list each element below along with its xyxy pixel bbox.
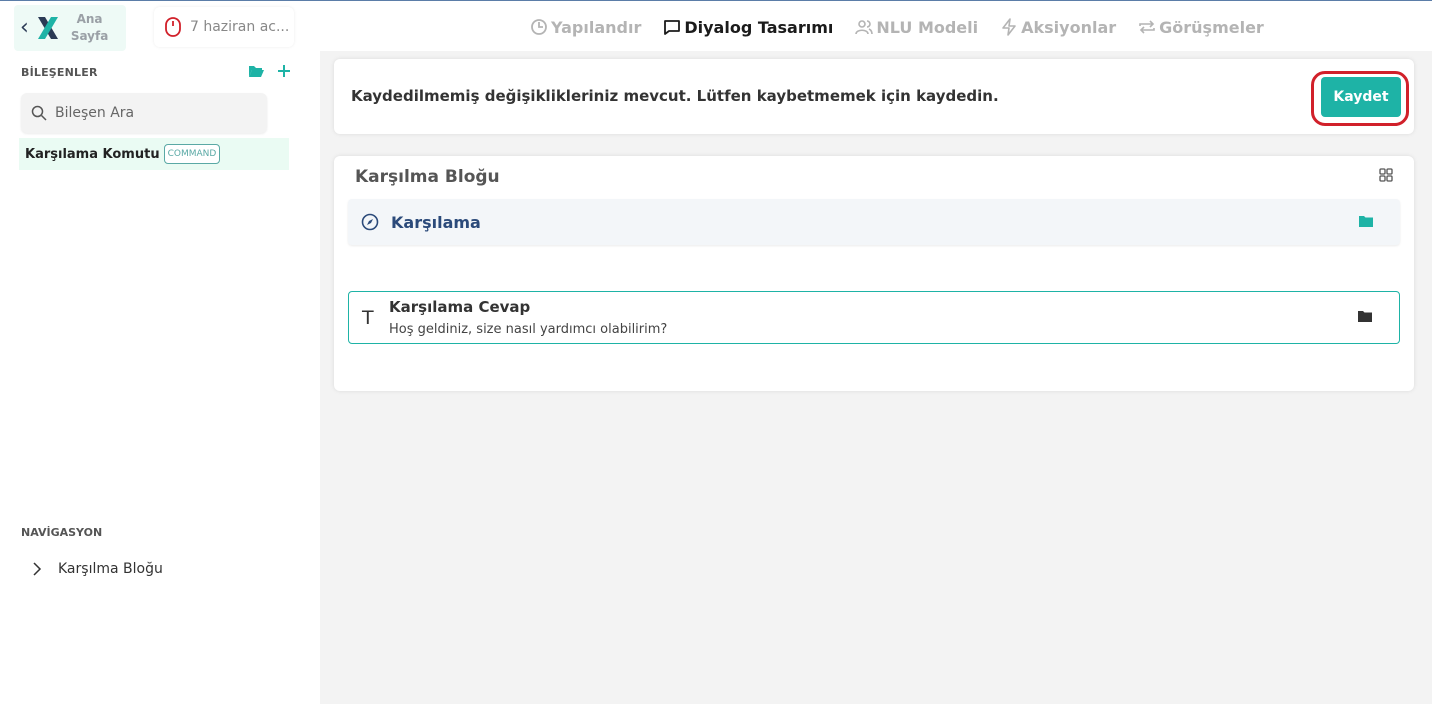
chat-icon — [664, 20, 681, 35]
folder-open-icon[interactable] — [248, 63, 265, 82]
tab-aksiyonlar[interactable]: Aksiyonlar — [1000, 18, 1116, 37]
home-button[interactable]: ‹ Ana Sayfa — [14, 5, 126, 51]
tab-label: Görüşmeler — [1159, 17, 1264, 37]
top-bar: ‹ Ana Sayfa 7 haziran ac... Yapılandır D… — [0, 1, 1432, 51]
nav-item-label: Karşılma Bloğu — [58, 561, 163, 577]
folder-icon[interactable] — [1358, 310, 1372, 322]
command-badge: COMMAND — [163, 144, 221, 164]
logo-icon — [37, 17, 58, 39]
chevron-left-icon: ‹ — [20, 15, 29, 40]
repeat-icon — [1139, 20, 1155, 34]
alert-message: Kaydedilmemiş değişiklikleriniz mevcut. … — [351, 87, 999, 105]
components-title: BİLEŞENLER — [21, 66, 98, 79]
tab-diyalog-tasarimi[interactable]: Diyalog Tasarımı — [663, 18, 833, 37]
tab-label: NLU Modeli — [876, 17, 979, 37]
chevron-right-icon — [33, 562, 42, 576]
search-icon — [31, 105, 47, 121]
tab-nlu-modeli[interactable]: NLU Modeli — [855, 18, 978, 37]
clock-icon — [531, 19, 547, 35]
text-type-icon: T — [362, 307, 374, 329]
mouse-icon — [165, 17, 181, 37]
response-title: Karşılama Cevap — [389, 298, 531, 316]
tab-label: Diyalog Tasarımı — [684, 17, 834, 37]
nav-item-karsilma-blogu[interactable]: Karşılma Bloğu — [30, 561, 163, 577]
sidebar-actions — [248, 63, 303, 82]
search-input[interactable] — [55, 105, 255, 121]
tab-label: Aksiyonlar — [1021, 17, 1117, 37]
component-item[interactable]: Karşılama Komutu COMMAND — [19, 138, 289, 170]
folder-icon[interactable] — [1359, 215, 1373, 227]
component-name: Karşılama Komutu — [25, 146, 160, 162]
block-title: Karşılma Bloğu — [355, 167, 500, 187]
bolt-icon — [1002, 18, 1016, 36]
tab-yapilandir[interactable]: Yapılandır — [530, 18, 641, 37]
project-selector[interactable]: 7 haziran ac... — [154, 7, 294, 47]
sidebar: BİLEŞENLER Karşılama Komutu COMMAND NAVİ… — [0, 51, 320, 704]
users-icon — [855, 20, 874, 35]
project-name: 7 haziran ac... — [190, 19, 290, 35]
save-button[interactable]: Kaydet — [1321, 77, 1401, 117]
main-nav: Yapılandır Diyalog Tasarımı NLU Modeli A… — [530, 15, 1286, 39]
plus-icon[interactable] — [277, 63, 291, 82]
response-text: Hoş geldiniz, size nasıl yardımcı olabil… — [389, 322, 668, 337]
navigation-title: NAVİGASYON — [21, 526, 103, 539]
component-search — [21, 93, 267, 133]
compass-icon — [361, 213, 379, 231]
tab-gorusmeler[interactable]: Görüşmeler — [1138, 18, 1264, 37]
dialog-block: Karşılma Bloğu Karşılama T Karşılama Cev… — [334, 156, 1414, 391]
grid-icon[interactable] — [1379, 168, 1393, 182]
intent-label: Karşılama — [391, 213, 481, 232]
unsaved-changes-alert: Kaydedilmemiş değişiklikleriniz mevcut. … — [334, 59, 1414, 134]
intent-node[interactable]: Karşılama — [348, 199, 1400, 245]
home-label: Ana Sayfa — [70, 12, 109, 43]
tab-label: Yapılandır — [551, 17, 642, 37]
response-node[interactable]: T Karşılama Cevap Hoş geldiniz, size nas… — [348, 291, 1400, 344]
